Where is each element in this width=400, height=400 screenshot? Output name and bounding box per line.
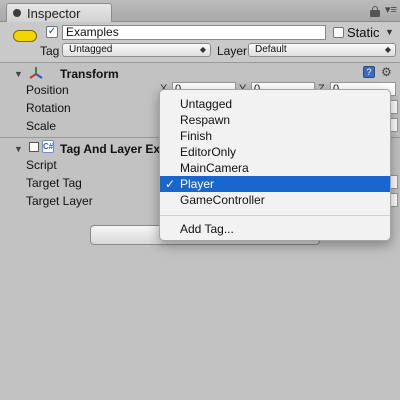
select-arrows-icon: ◆ [199, 45, 206, 54]
static-checkbox[interactable] [333, 27, 344, 38]
gear-icon[interactable]: ⚙ [381, 66, 392, 78]
menu-separator [160, 215, 390, 216]
tag-select-value: Untagged [69, 44, 113, 55]
menu-item-label: GameController [180, 193, 265, 207]
tag-label: Tag [40, 44, 60, 58]
menu-item-untagged[interactable]: Untagged [160, 96, 390, 112]
divider [0, 62, 400, 63]
target-layer-label: Target Layer [26, 194, 93, 208]
tag-popup-menu: Untagged Respawn Finish EditorOnly MainC… [159, 89, 391, 241]
script-icon: C# [42, 140, 54, 153]
menu-item-maincamera[interactable]: MainCamera [160, 160, 390, 176]
transform-icon [28, 66, 44, 80]
static-dropdown-icon[interactable]: ▼ [385, 27, 394, 37]
scale-label: Scale [26, 119, 57, 133]
layer-select[interactable]: Default ◆ [248, 43, 396, 57]
tag-select[interactable]: Untagged ◆ [62, 43, 211, 57]
rotation-label: Rotation [26, 101, 71, 115]
menu-item-label: Untagged [180, 97, 233, 111]
inspector-icon [13, 9, 21, 17]
tab-inspector[interactable]: Inspector [6, 3, 112, 22]
menu-item-player[interactable]: ✓ Player [160, 176, 390, 192]
menu-item-gamecontroller[interactable]: GameController [160, 192, 390, 208]
menu-item-editoronly[interactable]: EditorOnly [160, 144, 390, 160]
layer-label: Layer [217, 44, 248, 58]
layer-select-value: Default [255, 44, 287, 55]
script-label: Script [26, 158, 57, 172]
component-enabled-checkbox[interactable] [29, 142, 39, 152]
menu-item-label: Finish [180, 129, 213, 143]
static-label: Static [347, 25, 380, 40]
target-tag-label: Target Tag [26, 176, 82, 190]
menu-item-respawn[interactable]: Respawn [160, 112, 390, 128]
lock-icon[interactable] [370, 6, 380, 17]
menu-item-label: Player [180, 177, 215, 191]
transform-title: Transform [60, 67, 119, 81]
menu-item-add-tag[interactable]: Add Tag... [160, 221, 390, 237]
menu-item-label: MainCamera [180, 161, 249, 175]
object-name-field[interactable]: Examples [62, 25, 326, 40]
menu-item-label: Add Tag... [180, 222, 234, 236]
gameobject-icon[interactable] [13, 30, 37, 42]
menu-item-label: Respawn [180, 113, 231, 127]
checkmark-icon: ✓ [165, 177, 176, 191]
tab-bar: Inspector ▾≡ [0, 0, 400, 22]
active-checkbox[interactable]: ✓ [46, 26, 58, 38]
menu-item-finish[interactable]: Finish [160, 128, 390, 144]
position-label: Position [26, 83, 69, 97]
select-arrows-icon: ◆ [384, 45, 391, 54]
tab-label: Inspector [27, 5, 81, 21]
script-foldout-icon[interactable]: ▼ [14, 144, 23, 154]
script-component-title: Tag And Layer Ex [60, 142, 161, 156]
transform-foldout-icon[interactable]: ▼ [14, 69, 23, 79]
help-icon[interactable]: ? [363, 66, 375, 78]
menu-item-label: EditorOnly [180, 145, 237, 159]
tab-menu-icon[interactable]: ▾≡ [385, 4, 397, 16]
